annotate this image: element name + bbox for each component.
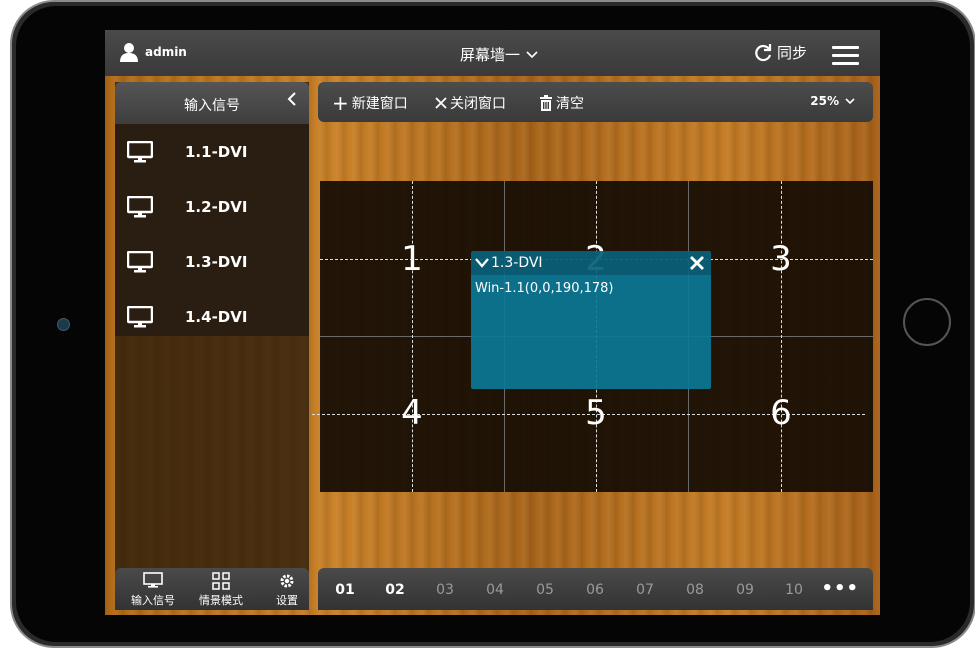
signal-item[interactable]: 1.4-DVI: [115, 289, 309, 344]
center-guide: [412, 181, 413, 492]
page-item[interactable]: 06: [580, 582, 610, 598]
chevron-down-icon: [845, 97, 855, 104]
nav-input-signal[interactable]: 输入信号: [123, 572, 183, 608]
page-item[interactable]: 08: [680, 582, 710, 598]
username: admin: [145, 45, 187, 59]
refresh-icon: [755, 43, 772, 61]
signal-list: 1.1-DVI 1.2-DVI 1.3-DVI 1.4-DVI: [115, 124, 309, 336]
sync-button[interactable]: 同步: [753, 42, 807, 63]
user-info[interactable]: admin: [119, 42, 187, 62]
wall-workspace: + 新建窗口 关闭窗口 清空 25% 1 3 4 5 6 1.3-DVI Win…: [312, 82, 873, 610]
bottom-nav: 输入信号 情景模式 设置: [115, 568, 309, 610]
gear-icon: [280, 574, 294, 588]
new-window-label: 新建窗口: [351, 96, 408, 112]
screen-number: 5: [585, 393, 607, 433]
nav-label: 输入信号: [131, 594, 175, 607]
page-item[interactable]: 05: [530, 582, 560, 598]
nav-label: 情景模式: [199, 594, 243, 607]
close-window-button[interactable]: 关闭窗口: [435, 93, 506, 113]
monitor-icon: [127, 195, 153, 217]
page-item[interactable]: 10: [779, 582, 809, 598]
signal-item[interactable]: 1.2-DVI: [115, 179, 309, 234]
chevron-down-icon: [526, 50, 538, 58]
wall-name: 屏幕墙一: [460, 46, 521, 64]
signal-label: 1.1-DVI: [185, 142, 248, 161]
monitor-icon: [127, 305, 153, 327]
nav-scene-mode[interactable]: 情景模式: [191, 572, 251, 608]
grid-icon: [212, 572, 230, 590]
panel-title: 输入信号: [184, 98, 240, 114]
user-icon: [120, 43, 138, 62]
wall-selector[interactable]: 屏幕墙一: [460, 44, 538, 65]
chevron-down-icon: [475, 258, 489, 268]
plus-icon: +: [332, 91, 349, 115]
page-item[interactable]: 03: [430, 582, 460, 598]
page-item[interactable]: 01: [330, 582, 360, 598]
window-title-label: 1.3-DVI: [491, 255, 543, 271]
clear-button[interactable]: 清空: [539, 93, 584, 113]
clear-label: 清空: [556, 96, 584, 112]
close-window-label: 关闭窗口: [450, 96, 506, 112]
signal-label: 1.2-DVI: [185, 197, 248, 216]
page-item[interactable]: 02: [380, 582, 410, 598]
zoom-level: 25%: [810, 94, 839, 108]
page-item[interactable]: 04: [480, 582, 510, 598]
window-title[interactable]: 1.3-DVI: [475, 255, 543, 271]
center-guide: [781, 181, 782, 492]
nav-settings[interactable]: 设置: [257, 572, 317, 608]
signal-window[interactable]: 1.3-DVI Win-1.1(0,0,190,178): [471, 251, 711, 389]
signal-label: 1.4-DVI: [185, 307, 248, 326]
signal-item[interactable]: 1.1-DVI: [115, 124, 309, 179]
screen-number: 3: [770, 239, 792, 279]
trash-icon: [540, 95, 552, 111]
hamburger-menu-icon[interactable]: [832, 46, 859, 70]
home-button[interactable]: [903, 298, 951, 346]
input-signal-panel: 输入信号 1.1-DVI 1.2-DVI 1.3-DVI 1.4-DVI 输入信…: [115, 82, 309, 610]
panel-header: 输入信号: [115, 82, 309, 124]
window-titlebar[interactable]: 1.3-DVI: [471, 251, 711, 275]
signal-item[interactable]: 1.3-DVI: [115, 234, 309, 289]
zoom-selector[interactable]: 25%: [810, 94, 855, 108]
sync-label: 同步: [777, 44, 808, 62]
monitor-icon: [143, 572, 163, 588]
chevron-left-icon[interactable]: [287, 91, 297, 112]
top-bar: admin 屏幕墙一 同步: [105, 30, 880, 76]
camera-icon: [57, 318, 70, 331]
app-screen: admin 屏幕墙一 同步 输入信号 1.1-DVI 1.2-DVI 1.3-D…: [105, 30, 880, 615]
monitor-icon: [127, 140, 153, 162]
window-info: Win-1.1(0,0,190,178): [475, 281, 614, 296]
new-window-button[interactable]: + 新建窗口: [332, 93, 408, 113]
nav-label: 设置: [276, 594, 298, 607]
signal-label: 1.3-DVI: [185, 252, 248, 271]
close-icon[interactable]: [689, 255, 705, 271]
more-pages-button[interactable]: •••: [821, 578, 859, 599]
page-bar: 01 02 03 04 05 06 07 08 09 10 •••: [318, 568, 873, 610]
page-item[interactable]: 09: [730, 582, 760, 598]
screen-number: 4: [401, 393, 423, 433]
monitor-icon: [127, 250, 153, 272]
toolbar: + 新建窗口 关闭窗口 清空 25%: [318, 82, 873, 122]
close-icon: [435, 97, 447, 109]
page-item[interactable]: 07: [630, 582, 660, 598]
screen-number: 1: [401, 239, 423, 279]
screen-number: 6: [770, 393, 792, 433]
screen-wall-grid[interactable]: 1 2 3 4 5 6 1.3-DVI Win-1.1(0,0,190,178): [312, 181, 873, 492]
